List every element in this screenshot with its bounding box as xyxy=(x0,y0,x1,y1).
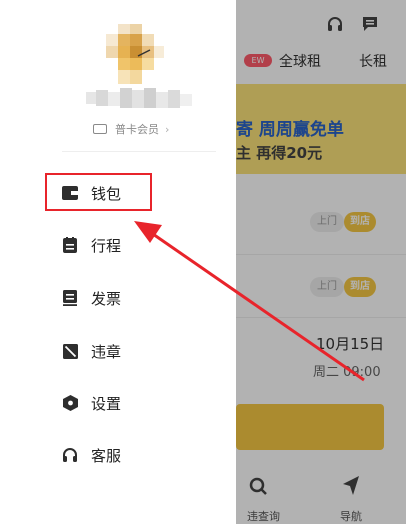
headset-icon xyxy=(62,447,78,463)
side-drawer: 普卡会员 › 钱包 行程 发票 违章 设置 客服 xyxy=(0,0,236,524)
highlight-box xyxy=(45,173,152,211)
settings-icon xyxy=(62,395,78,411)
violation-icon xyxy=(62,343,78,359)
menu-label-violations: 违章 xyxy=(91,342,122,361)
menu-label-customer-service: 客服 xyxy=(91,446,122,465)
menu-label-trips: 行程 xyxy=(91,236,122,255)
member-level-label: 普卡会员 xyxy=(115,123,159,136)
menu-item-settings[interactable]: 设置 xyxy=(62,391,121,415)
invoice-icon xyxy=(62,290,78,306)
menu-label-invoice: 发票 xyxy=(91,289,122,308)
menu-item-customer-service[interactable]: 客服 xyxy=(62,443,121,467)
chevron-right-icon: › xyxy=(165,122,170,136)
avatar[interactable] xyxy=(104,24,164,86)
menu-item-invoice[interactable]: 发票 xyxy=(62,286,121,310)
menu-item-trips[interactable]: 行程 xyxy=(62,233,121,257)
trip-list-icon xyxy=(62,237,78,253)
username-blurred xyxy=(86,88,192,110)
menu-item-violations[interactable]: 违章 xyxy=(62,339,121,363)
menu-label-settings: 设置 xyxy=(91,394,122,413)
drawer-divider xyxy=(62,151,216,152)
member-card-icon xyxy=(93,124,107,134)
member-level-link[interactable]: 普卡会员 › xyxy=(93,121,169,137)
